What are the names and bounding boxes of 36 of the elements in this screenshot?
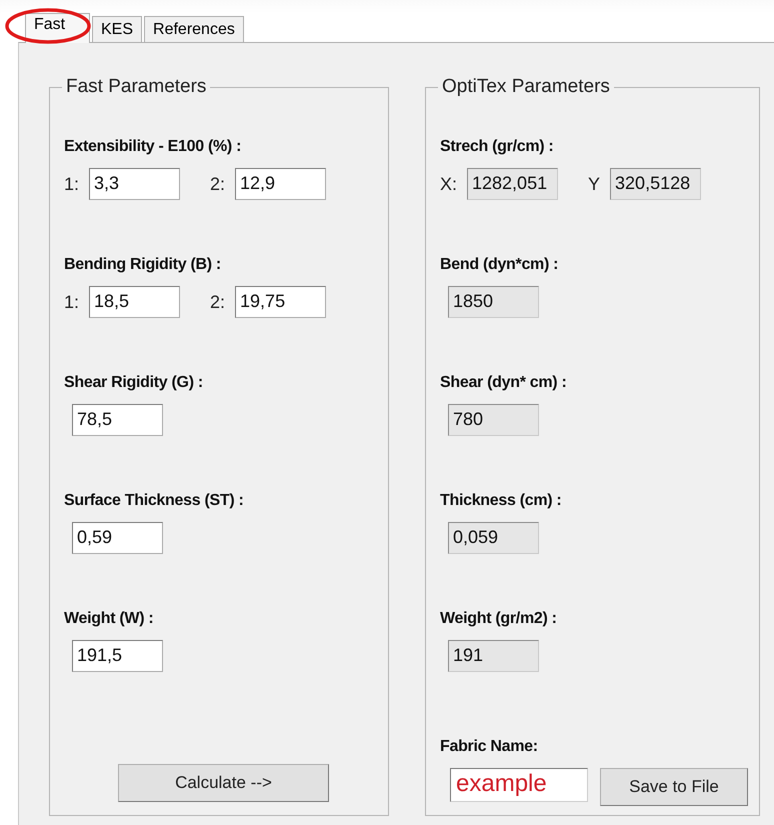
parameter-label: Weight (W) : (64, 610, 154, 628)
parameter-label: Bend (dyn*cm) : (440, 256, 560, 274)
group-title: OptiTex Parameters (438, 76, 614, 98)
field-label: X: (440, 174, 458, 194)
input-field[interactable]: 1850 (448, 286, 539, 318)
save-button[interactable]: Save to File (600, 768, 748, 806)
field-label: 1: (64, 292, 80, 312)
parameter-label: Surface Thickness (ST) : (64, 492, 245, 510)
input-field[interactable]: 780 (448, 404, 539, 436)
input-field[interactable]: 320,5128 (610, 168, 702, 200)
field-label: 2: (210, 174, 226, 194)
input-field[interactable]: 0,59 (72, 522, 163, 554)
parameter-label: Shear Rigidity (G) : (64, 374, 204, 392)
field-label: Y (588, 174, 600, 194)
input-field[interactable]: 191,5 (72, 640, 163, 672)
parameter-label: Extensibility - E100 (%) : (64, 138, 242, 156)
parameter-label: Shear (dyn* cm) : (440, 374, 568, 392)
parameter-label: Thickness (cm) : (440, 492, 562, 510)
parameter-label: Strech (gr/cm) : (440, 138, 554, 156)
input-field[interactable]: example (450, 768, 588, 802)
field-label: 1: (64, 174, 80, 194)
input-field[interactable]: 19,75 (235, 286, 326, 318)
input-field[interactable]: 1282,051 (467, 168, 558, 200)
tab[interactable]: KES (92, 16, 142, 42)
input-field[interactable]: 191 (448, 640, 539, 672)
input-field[interactable]: 12,9 (235, 168, 326, 200)
field-label: 2: (210, 292, 226, 312)
input-field[interactable]: 18,5 (89, 286, 180, 318)
parameter-label: Weight (gr/m2) : (440, 610, 558, 628)
parameter-label: Bending Rigidity (B) : (64, 256, 222, 274)
tab[interactable]: References (144, 16, 244, 42)
input-field[interactable]: 3,3 (89, 168, 180, 200)
input-field[interactable]: 0,059 (448, 522, 539, 554)
input-field[interactable]: 78,5 (72, 404, 163, 436)
field-label: Fabric Name: (440, 738, 539, 756)
calculate-button[interactable]: Calculate --> (118, 764, 329, 802)
